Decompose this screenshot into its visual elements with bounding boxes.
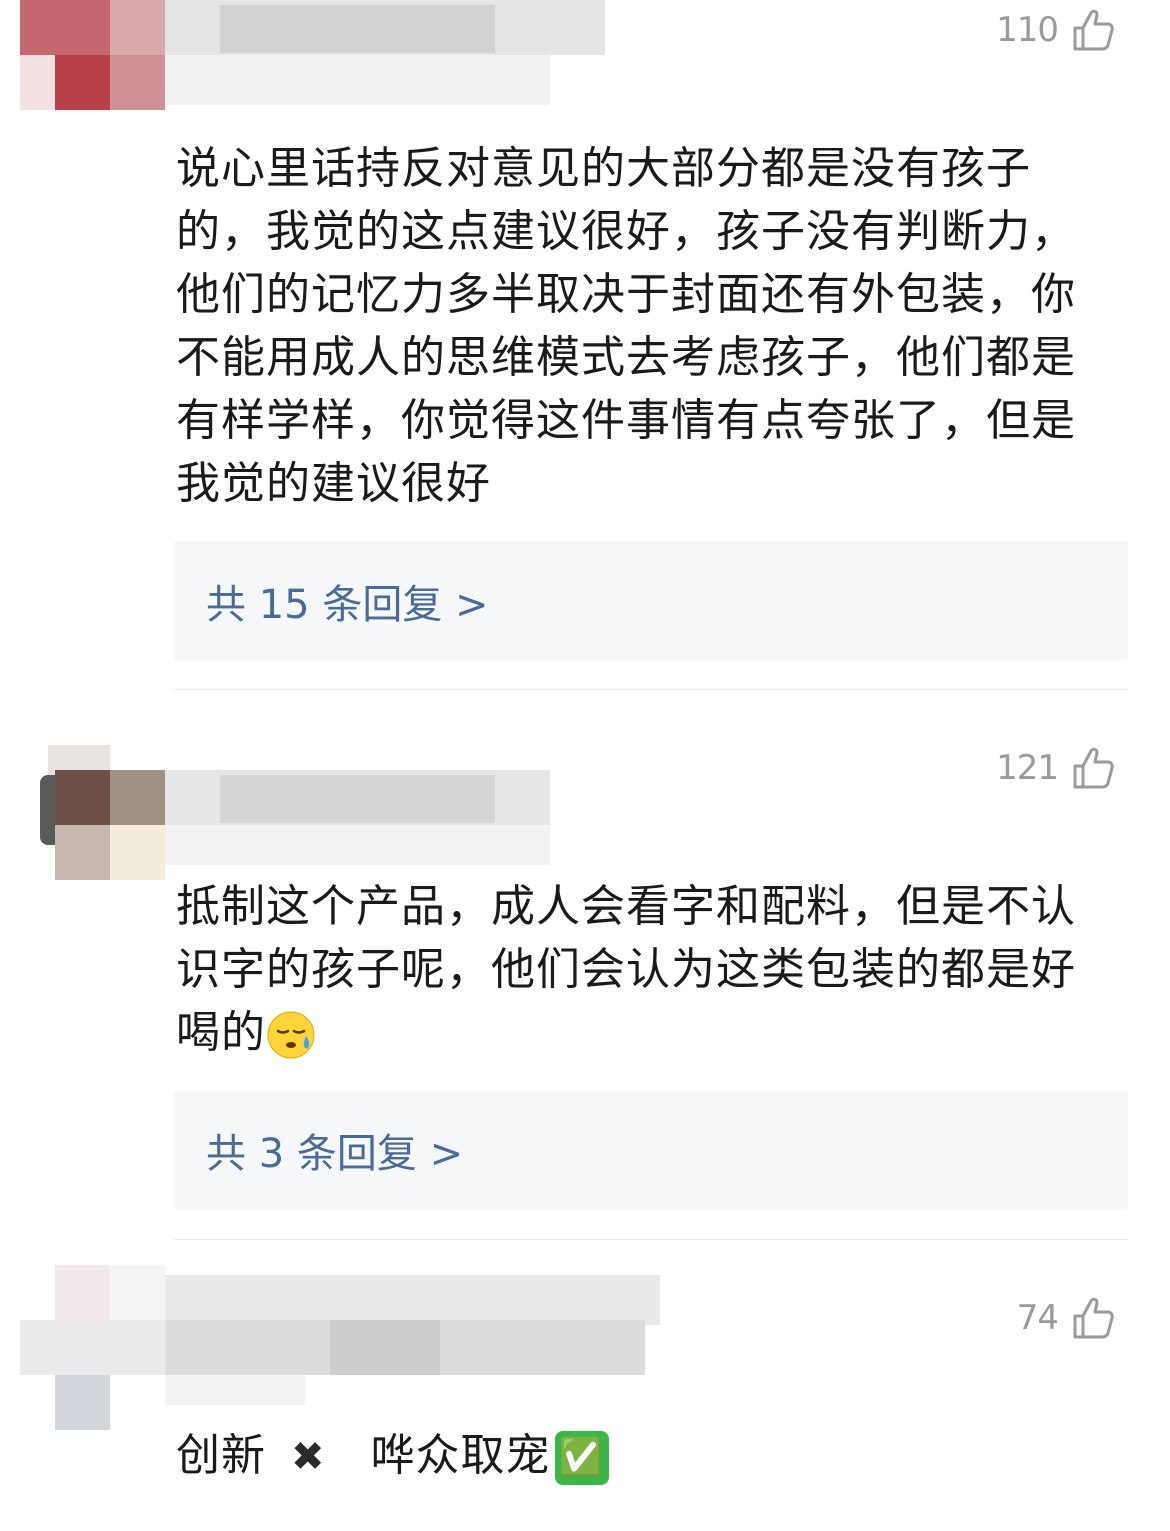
comment-text: 抵制这个产品，成人会看字和配料，但是不认识字的孩子呢，他们会认为这类包装的都是好…	[176, 875, 1106, 1064]
like-count: 110	[996, 10, 1059, 50]
like-button[interactable]: 121	[996, 746, 1114, 790]
check-mark-icon: ✅	[554, 1431, 609, 1485]
thumbs-up-icon	[1073, 9, 1114, 51]
avatar[interactable]	[55, 770, 110, 825]
replies-box: 共 15 条回复 >	[174, 541, 1128, 661]
username-blurred[interactable]	[165, 1275, 660, 1325]
comment-header-blurred	[0, 1265, 720, 1435]
comment-item: 110 说心里话持反对意见的大部分都是没有孩子的，我觉的这点建议很好，孩子没有判…	[0, 0, 1170, 690]
view-replies-link[interactable]: 共 3 条回复 >	[206, 1121, 463, 1179]
comment-item: 74 创新 ✖ 哗众取宠 ✅	[0, 1240, 1170, 1531]
comment-item: 121 抵制这个产品，成人会看字和配料，但是不认识字的孩子呢，他们会认为这类包装…	[0, 690, 1170, 1240]
thumbs-up-icon	[1073, 747, 1114, 789]
comment-text: 说心里话持反对意见的大部分都是没有孩子的，我觉的这点建议很好，孩子没有判断力，他…	[176, 143, 1076, 509]
replies-box: 共 3 条回复 >	[174, 1090, 1128, 1210]
like-count: 121	[996, 748, 1059, 788]
like-button[interactable]: 110	[996, 8, 1114, 52]
comment-header-blurred	[0, 0, 700, 130]
view-replies-link[interactable]: 共 15 条回复 >	[206, 572, 489, 630]
comment-header-blurred	[0, 730, 700, 885]
comment-list: 110 说心里话持反对意见的大部分都是没有孩子的，我觉的这点建议很好，孩子没有判…	[0, 0, 1170, 1531]
comment-text: 创新 ✖ 哗众取宠 ✅	[176, 1424, 1106, 1489]
comment-text-part: 哗众取宠	[370, 1430, 551, 1481]
sweat-face-emoji-icon	[267, 1011, 315, 1059]
cross-mark-icon: ✖	[291, 1434, 326, 1480]
avatar[interactable]	[55, 1265, 110, 1320]
thumbs-up-icon	[1073, 1297, 1114, 1339]
like-count: 74	[1016, 1298, 1059, 1338]
avatar[interactable]	[55, 55, 110, 110]
comment-text-part: 创新	[176, 1430, 266, 1481]
like-button[interactable]: 74	[1017, 1296, 1114, 1340]
